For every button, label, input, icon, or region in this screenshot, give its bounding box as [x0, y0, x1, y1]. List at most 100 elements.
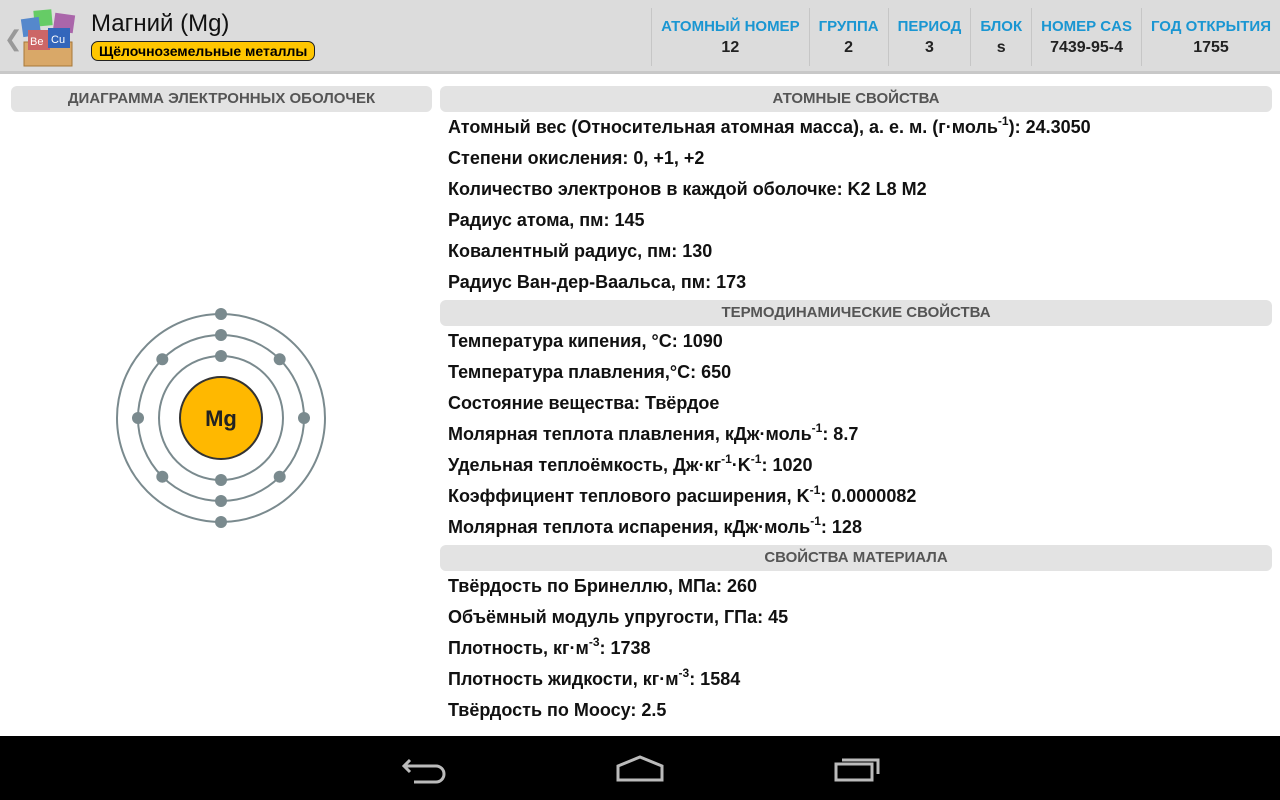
- property-row: Твёрдость по Бринеллю, МПа: 260: [440, 571, 1272, 602]
- electron: [215, 495, 227, 507]
- superscript: -1: [750, 452, 762, 466]
- stat-label: АТОМНЫЙ НОМЕР: [661, 17, 800, 35]
- stat-0: АТОМНЫЙ НОМЕР 12: [651, 8, 809, 66]
- section-header: АТОМНЫЕ СВОЙСТВА: [440, 86, 1272, 112]
- element-title: Магний (Mg): [91, 10, 230, 37]
- stat-label: ПЕРИОД: [897, 17, 962, 35]
- property-text: Радиус Ван-дер-Ваальса, пм: 173: [448, 272, 747, 292]
- superscript: -1: [811, 421, 823, 435]
- property-row: Степени окисления: 0, +1, +2: [440, 143, 1272, 174]
- property-text: ·K: [731, 455, 751, 475]
- stat-label: БЛОК: [980, 17, 1023, 35]
- property-row: Температура плавления,°C: 650: [440, 357, 1272, 388]
- superscript: -1: [997, 114, 1009, 128]
- property-row: Молярная теплота плавления, кДж·моль-1: …: [440, 419, 1272, 450]
- category-badge: Щёлочноземельные металлы: [91, 41, 316, 61]
- stat-5: ГОД ОТКРЫТИЯ 1755: [1140, 8, 1280, 66]
- nucleus-symbol: Mg: [205, 406, 237, 431]
- property-text: Ковалентный радиус, пм: 130: [448, 241, 713, 261]
- property-text: Количество электронов в каждой оболочке:…: [448, 179, 927, 199]
- property-row: Твёрдость по Моосу: 2.5: [440, 695, 1272, 726]
- electron: [215, 329, 227, 341]
- stats-bar: АТОМНЫЙ НОМЕР 12 ГРУППА 2 ПЕРИОД 3 БЛОК s НОМЕР …: [651, 8, 1280, 66]
- property-text: ): 24.3050: [1008, 117, 1091, 137]
- stat-3: БЛОК s: [970, 8, 1031, 66]
- property-text: Молярная теплота плавления, кДж·моль: [448, 424, 812, 444]
- stat-value: 12: [721, 38, 740, 56]
- electron: [215, 350, 227, 362]
- electron: [156, 353, 169, 366]
- property-row: Количество электронов в каждой оболочке:…: [440, 174, 1272, 205]
- svg-text:Be: Be: [30, 36, 43, 48]
- property-text: Коэффициент теплового расширения, K: [448, 486, 810, 506]
- property-text: Твёрдость по Бринеллю, МПа: 260: [448, 576, 757, 596]
- stat-label: ГОД ОТКРЫТИЯ: [1150, 17, 1271, 35]
- property-text: Состояние вещества: Твёрдое: [448, 393, 720, 413]
- property-text: Степени окисления: 0, +1, +2: [448, 148, 705, 168]
- stat-value: 3: [925, 38, 934, 56]
- property-text: Плотность, кг·м: [448, 638, 589, 658]
- action-bar: ❮ Be Cu Магний (Mg) Щёлочноземельные мет…: [0, 0, 1280, 74]
- home-icon[interactable]: [614, 754, 666, 784]
- property-text: Температура плавления,°C: 650: [448, 362, 732, 382]
- property-text: Температура кипения, °C: 1090: [448, 331, 723, 351]
- section-header: ТЕРМОДИНАМИЧЕСКИЕ СВОЙСТВА: [440, 300, 1272, 326]
- electron: [132, 412, 144, 424]
- property-text: : 1020: [761, 455, 813, 475]
- property-row: Ковалентный радиус, пм: 130: [440, 236, 1272, 267]
- property-row: Коэффициент теплового расширения, K-1: 0…: [440, 481, 1272, 512]
- properties-panel[interactable]: АТОМНЫЕ СВОЙСТВА Атомный вес (Относительн…: [440, 86, 1272, 736]
- property-text: Удельная теплоёмкость, Дж·кг: [448, 455, 722, 475]
- stat-1: ГРУППА 2: [808, 8, 888, 66]
- property-text: : 0.0000082: [820, 486, 917, 506]
- property-row: Молярная теплота испарения, кДж·моль-1: …: [440, 512, 1272, 543]
- property-row: Объёмный модуль упругости, ГПа: 45: [440, 602, 1272, 633]
- property-row: Температура кипения, °C: 1090: [440, 326, 1272, 357]
- stat-label: ГРУППА: [818, 17, 879, 35]
- property-row: Плотность жидкости, кг·м-3: 1584: [440, 664, 1272, 695]
- section-header: СВОЙСТВА МАТЕРИАЛА: [440, 545, 1272, 571]
- electron: [156, 470, 169, 483]
- property-text: Плотность жидкости, кг·м: [448, 669, 679, 689]
- superscript: -1: [809, 483, 821, 497]
- property-text: Объёмный модуль упругости, ГПа: 45: [448, 607, 789, 627]
- superscript: -3: [678, 666, 690, 680]
- electron: [273, 470, 286, 483]
- superscript: -3: [588, 635, 600, 649]
- electron: [298, 412, 310, 424]
- superscript: -1: [810, 514, 821, 528]
- stat-value: 2: [844, 38, 854, 56]
- property-row: Удельная теплоёмкость, Дж·кг-1·K-1: 1020: [440, 450, 1272, 481]
- property-row: Радиус Ван-дер-Ваальса, пм: 173: [440, 267, 1272, 298]
- stat-value: 7439-95-4: [1050, 38, 1124, 56]
- property-text: Атомный вес (Относительная атомная масса…: [448, 117, 998, 137]
- electron: [215, 516, 227, 528]
- property-row: Плотность, кг·м-3: 1738: [440, 633, 1272, 664]
- property-text: : 1738: [599, 638, 651, 658]
- superscript: -1: [721, 452, 732, 466]
- property-text: Молярная теплота испарения, кДж·моль: [448, 517, 811, 537]
- property-text: Радиус атома, пм: 145: [448, 210, 645, 230]
- property-text: : 8.7: [822, 424, 859, 444]
- stat-2: ПЕРИОД 3: [887, 8, 971, 66]
- system-nav-bar: [0, 736, 1280, 800]
- property-row: Радиус атома, пм: 145: [440, 205, 1272, 236]
- shell-diagram-panel: ДИАГРАММА ЭЛЕКТРОННЫХ ОБОЛОЧЕК: [11, 86, 432, 112]
- property-text: : 1584: [689, 669, 741, 689]
- property-row: Состояние вещества: Твёрдое: [440, 388, 1272, 419]
- stat-label: НОМЕР CAS: [1041, 17, 1132, 35]
- electron: [273, 353, 286, 366]
- electron-shell-diagram: Mg: [116, 308, 326, 528]
- recents-icon[interactable]: [832, 754, 882, 784]
- diagram-header: ДИАГРАММА ЭЛЕКТРОННЫХ ОБОЛОЧЕК: [11, 86, 432, 112]
- stat-4: НОМЕР CAS 7439-95-4: [1031, 8, 1141, 66]
- stat-value: s: [996, 38, 1006, 56]
- svg-text:Cu: Cu: [51, 34, 65, 46]
- electron: [215, 474, 227, 486]
- electron: [215, 308, 227, 320]
- app-logo-icon[interactable]: Be Cu: [16, 8, 80, 68]
- property-text: : 128: [820, 517, 862, 537]
- stat-value: 1755: [1193, 38, 1229, 56]
- property-row: Атомный вес (Относительная атомная масса…: [440, 112, 1272, 143]
- back-icon[interactable]: [400, 754, 448, 784]
